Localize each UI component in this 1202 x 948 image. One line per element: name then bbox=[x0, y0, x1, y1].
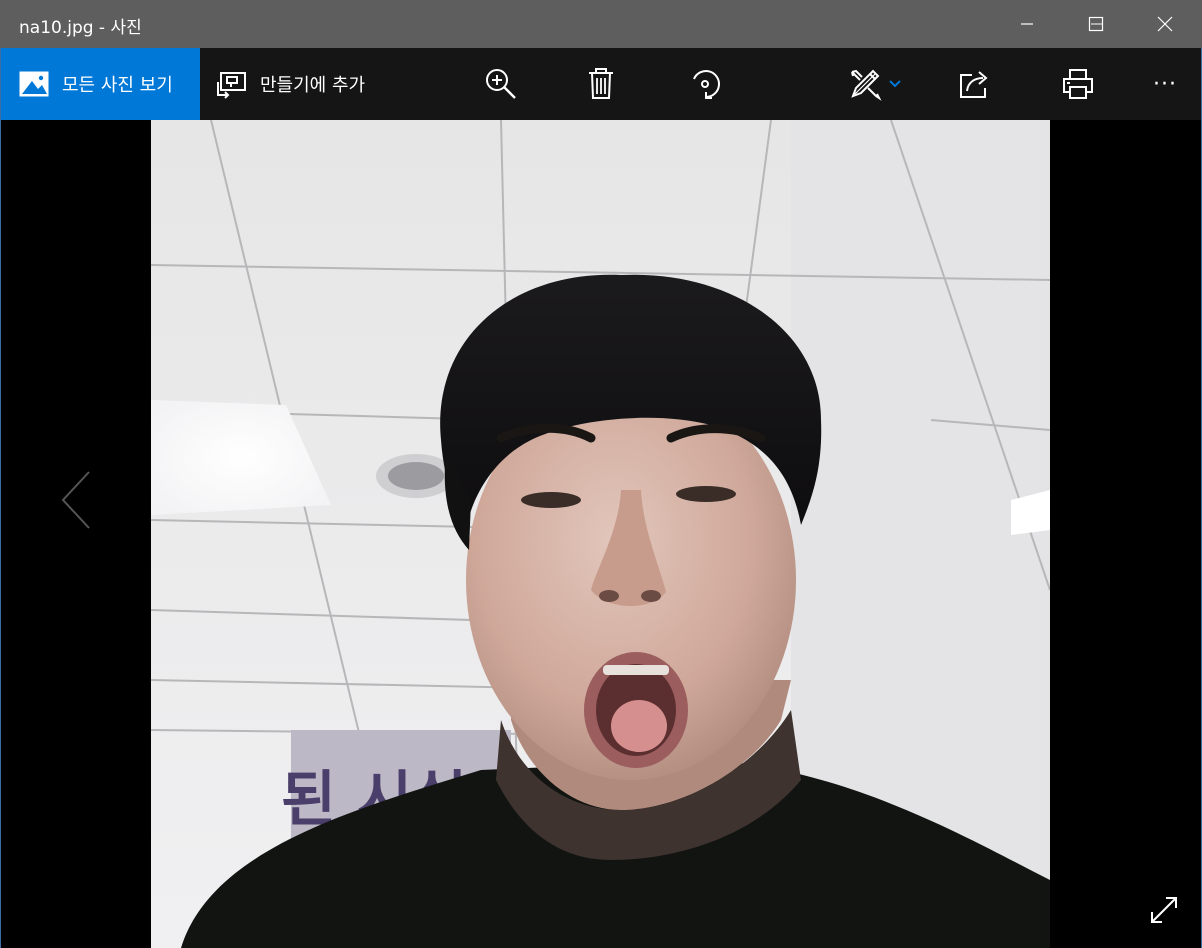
rotate-button[interactable] bbox=[682, 48, 728, 120]
photo-landscape-icon bbox=[19, 71, 49, 97]
window-border-left bbox=[0, 48, 1, 948]
zoom-button[interactable] bbox=[478, 48, 524, 120]
fullscreen-button[interactable] bbox=[1140, 886, 1188, 934]
more-options-label: ··· bbox=[1153, 71, 1177, 97]
maximize-icon bbox=[1088, 16, 1104, 32]
minimize-icon bbox=[1021, 23, 1033, 25]
photo-content: 된 시실 bbox=[151, 120, 1050, 948]
close-button[interactable] bbox=[1142, 0, 1188, 48]
maximize-button[interactable] bbox=[1073, 0, 1119, 48]
minimize-button-2[interactable] bbox=[1004, 0, 1050, 48]
rotate-icon bbox=[693, 70, 720, 99]
photo-image: 된 시실 bbox=[151, 120, 1050, 948]
edit-create-button[interactable] bbox=[840, 48, 910, 120]
photo-viewer: 된 시실 bbox=[0, 120, 1202, 948]
add-to-creation-label: 만들기에 추가 bbox=[260, 75, 366, 96]
print-icon bbox=[1063, 69, 1093, 99]
chevron-down-icon bbox=[889, 80, 901, 88]
add-to-creation-button[interactable]: 만들기에 추가 bbox=[200, 48, 410, 120]
chevron-left-icon bbox=[61, 471, 90, 529]
share-button[interactable] bbox=[952, 48, 998, 120]
share-icon bbox=[960, 71, 988, 98]
close-icon bbox=[1157, 16, 1173, 32]
more-options-button[interactable]: ··· bbox=[1140, 48, 1190, 120]
print-button[interactable] bbox=[1055, 48, 1101, 120]
previous-photo-button[interactable] bbox=[52, 460, 100, 540]
photos-app-window: na10.jpg - 사진 모든 사진 보기 만들기에 추가 ··· 된 시실 bbox=[0, 0, 1202, 948]
zoom-in-icon bbox=[486, 69, 516, 99]
see-all-photos-label: 모든 사진 보기 bbox=[62, 75, 173, 96]
see-all-photos-button[interactable]: 모든 사진 보기 bbox=[0, 48, 200, 120]
delete-button[interactable] bbox=[578, 48, 624, 120]
trash-icon bbox=[589, 68, 613, 99]
expand-icon bbox=[1151, 897, 1177, 923]
add-to-creation-icon bbox=[217, 72, 246, 99]
edit-create-icon bbox=[851, 69, 882, 101]
window-title: na10.jpg - 사진 bbox=[19, 18, 142, 38]
toolbar: 모든 사진 보기 만들기에 추가 ··· bbox=[0, 48, 1202, 120]
